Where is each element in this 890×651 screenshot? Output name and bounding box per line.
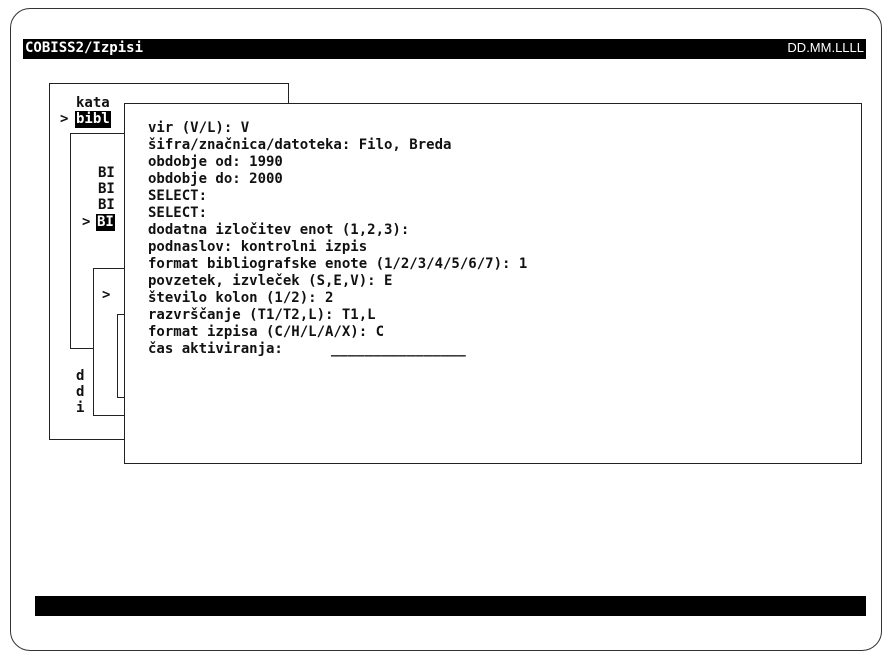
field-sifra[interactable]: šifra/značnica/datoteka: Filo, Breda — [148, 137, 451, 154]
field-obdobje-do[interactable]: obdobje do: 2000 — [148, 171, 283, 188]
field-vir[interactable]: vir (V/L): V — [148, 120, 249, 137]
field-cas-aktiviranja-label: čas aktiviranja: — [148, 341, 283, 357]
app-title: COBISS2/Izpisi — [25, 40, 144, 56]
title-bar: COBISS2/Izpisi DD.MM.LLLL — [23, 39, 866, 59]
field-stevilo-kolon[interactable]: število kolon (1/2): 2 — [148, 290, 333, 307]
field-select-1[interactable]: SELECT: — [148, 188, 207, 205]
menu-item-bibl[interactable]: bibl — [75, 111, 111, 128]
submenu-marker: > — [82, 214, 91, 230]
selection-marker: > — [60, 111, 69, 127]
field-povzetek[interactable]: povzetek, izvleček (S,E,V): E — [148, 273, 392, 290]
field-select-2[interactable]: SELECT: — [148, 205, 207, 222]
menu-item-i[interactable]: i — [76, 400, 84, 417]
sub-submenu-marker: > — [102, 287, 111, 303]
print-parameters-dialog: vir (V/L): V šifra/značnica/datoteka: Fi… — [124, 103, 862, 464]
field-obdobje-od[interactable]: obdobje od: 1990 — [148, 154, 283, 171]
field-podnaslov[interactable]: podnaslov: kontrolni izpis — [148, 239, 367, 256]
field-razvrscanje[interactable]: razvrščanje (T1/T2,L): T1,L — [148, 307, 376, 324]
field-cas-aktiviranja-input[interactable]: ________________ — [331, 341, 466, 358]
submenu-item-1[interactable]: BI — [98, 165, 115, 182]
menu-item-d1[interactable]: d — [76, 368, 84, 385]
submenu-item-3[interactable]: BI — [98, 197, 115, 214]
submenu-item-2[interactable]: BI — [98, 181, 115, 198]
field-format-bibliografske[interactable]: format bibliografske enote (1/2/3/4/5/6/… — [148, 256, 527, 273]
status-bar — [35, 596, 866, 616]
submenu-item-4-selected[interactable]: BI — [96, 214, 115, 231]
date-display: DD.MM.LLLL — [787, 40, 864, 55]
menu-item-kata[interactable]: kata — [76, 95, 110, 112]
menu-item-d2[interactable]: d — [76, 384, 84, 401]
field-format-izpisa[interactable]: format izpisa (C/H/L/A/X): C — [148, 324, 384, 341]
field-dodatna-izlocitev[interactable]: dodatna izločitev enot (1,2,3): — [148, 222, 409, 239]
